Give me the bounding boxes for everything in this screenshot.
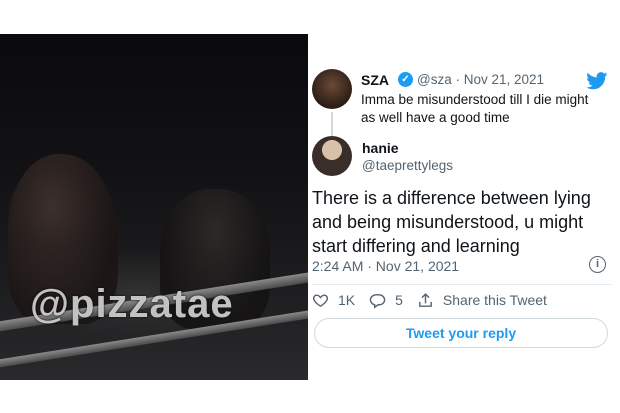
- quoted-author-handle-date[interactable]: @sza · Nov 21, 2021: [417, 72, 544, 87]
- twitter-bird-icon[interactable]: [586, 72, 608, 90]
- quoted-author-name[interactable]: SZA: [361, 72, 389, 88]
- share-icon: [419, 292, 432, 307]
- reply-author-name[interactable]: hanie: [362, 140, 399, 156]
- video-watermark: @pizzatae: [30, 282, 234, 326]
- reply-count: 5: [395, 292, 403, 308]
- reply-author-handle[interactable]: @taeprettylegs: [362, 158, 453, 173]
- reply-button[interactable]: 5: [369, 292, 403, 309]
- share-label: Share this Tweet: [442, 292, 547, 308]
- like-count: 1K: [338, 292, 356, 308]
- reply-icon: [369, 293, 386, 309]
- share-button[interactable]: Share this Tweet: [417, 292, 547, 309]
- video-still: @pizzatae: [0, 34, 308, 380]
- thread-line: [331, 112, 333, 138]
- avatar[interactable]: [312, 136, 352, 176]
- quoted-tweet-text: Imma be misunderstood till I die might a…: [361, 92, 589, 125]
- heart-icon: [312, 293, 329, 307]
- tweet-your-reply-button[interactable]: Tweet your reply: [314, 318, 608, 348]
- avatar[interactable]: [312, 69, 352, 109]
- verified-badge-icon: ✓: [398, 72, 413, 87]
- like-button[interactable]: 1K: [312, 292, 355, 309]
- divider: [312, 284, 612, 285]
- tweet-timestamp[interactable]: 2:24 AM · Nov 21, 2021: [312, 258, 459, 274]
- tweet-card: SZA ✓ @sza · Nov 21, 2021 Imma be misund…: [310, 60, 620, 360]
- tweet-actions: 1K 5 Share this Tweet: [312, 290, 561, 310]
- info-icon[interactable]: i: [589, 256, 606, 273]
- reply-tweet-text: There is a difference between lying and …: [312, 188, 591, 256]
